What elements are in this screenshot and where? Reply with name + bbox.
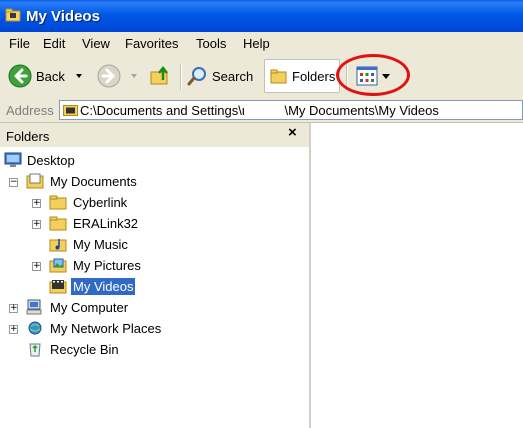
tree-item-label: My Network Places xyxy=(50,321,162,336)
folders-pane: Folders × Desktop − My Documents + Cyber… xyxy=(0,123,311,428)
chevron-down-icon xyxy=(76,74,82,78)
computer-icon xyxy=(26,299,42,315)
address-path: C:\Documents and Settings\ι \My Document… xyxy=(80,103,439,118)
tree-item-label: Recycle Bin xyxy=(50,342,119,357)
views-icon xyxy=(356,66,378,86)
chevron-down-icon xyxy=(382,73,390,79)
title-bar: My Videos xyxy=(0,0,523,32)
views-button[interactable] xyxy=(356,60,390,92)
expand-icon[interactable]: + xyxy=(32,262,41,271)
folders-pane-header: Folders × xyxy=(0,123,309,147)
forward-button[interactable] xyxy=(97,60,121,92)
forward-dropdown[interactable] xyxy=(131,60,137,92)
back-button[interactable]: Back xyxy=(8,60,65,92)
close-icon[interactable]: × xyxy=(288,124,297,141)
tree-item-label: My Documents xyxy=(50,174,137,189)
forward-arrow-icon xyxy=(97,64,121,88)
search-icon xyxy=(187,67,206,86)
menu-bar: File Edit View Favorites Tools Help xyxy=(0,32,523,57)
tree-item-label-selected: My Videos xyxy=(71,278,136,295)
folder-icon xyxy=(49,195,67,210)
tree-item-label: My Pictures xyxy=(73,258,141,273)
address-bar: Address C:\Documents and Settings\ι \My … xyxy=(0,98,523,123)
videos-folder-icon xyxy=(49,280,67,294)
search-label: Search xyxy=(212,68,254,84)
address-input[interactable]: C:\Documents and Settings\ι \My Document… xyxy=(59,100,523,120)
pictures-folder-icon xyxy=(49,258,67,273)
my-documents-icon xyxy=(26,173,44,189)
folders-icon xyxy=(270,69,287,84)
menu-help[interactable]: Help xyxy=(243,36,270,51)
music-folder-icon xyxy=(49,239,67,252)
desktop-icon xyxy=(4,152,22,167)
expand-icon[interactable]: + xyxy=(9,325,18,334)
menu-file[interactable]: File xyxy=(9,36,30,51)
tree-item-label: Cyberlink xyxy=(73,195,128,210)
videos-folder-icon xyxy=(63,105,78,116)
network-icon xyxy=(28,321,42,335)
folders-pane-title: Folders xyxy=(6,129,50,144)
address-label: Address xyxy=(6,103,54,118)
menu-tools[interactable]: Tools xyxy=(196,36,226,51)
window-title: My Videos xyxy=(26,8,100,25)
back-arrow-icon xyxy=(8,64,32,88)
up-folder-button[interactable] xyxy=(148,60,172,92)
menu-edit[interactable]: Edit xyxy=(43,36,65,51)
recycle-bin-icon xyxy=(29,343,41,357)
toolbar: Back Search Folders xyxy=(0,56,523,99)
collapse-icon[interactable]: − xyxy=(9,178,18,187)
toolbar-separator xyxy=(180,64,182,90)
toolbar-separator xyxy=(346,64,348,90)
menu-view[interactable]: View xyxy=(82,36,110,51)
expand-icon[interactable]: + xyxy=(32,220,41,229)
expand-icon[interactable]: + xyxy=(32,199,41,208)
tree-item-label: My Computer xyxy=(50,300,129,315)
tree-item-label: Desktop xyxy=(27,153,75,168)
up-folder-icon xyxy=(150,65,168,85)
search-button[interactable]: Search xyxy=(187,60,253,92)
folder-window-icon xyxy=(5,8,21,22)
back-label: Back xyxy=(36,68,65,84)
menu-favorites[interactable]: Favorites xyxy=(125,36,178,51)
folders-button[interactable]: Folders xyxy=(264,59,340,93)
chevron-down-icon xyxy=(131,74,137,78)
expand-icon[interactable]: + xyxy=(9,304,18,313)
folder-contents-view[interactable] xyxy=(311,123,523,428)
folder-icon xyxy=(49,216,67,231)
tree-item-label: My Music xyxy=(73,237,128,252)
back-dropdown[interactable] xyxy=(76,60,82,92)
tree-item-label: ERALink32 xyxy=(73,216,139,231)
folders-label: Folders xyxy=(292,69,336,84)
